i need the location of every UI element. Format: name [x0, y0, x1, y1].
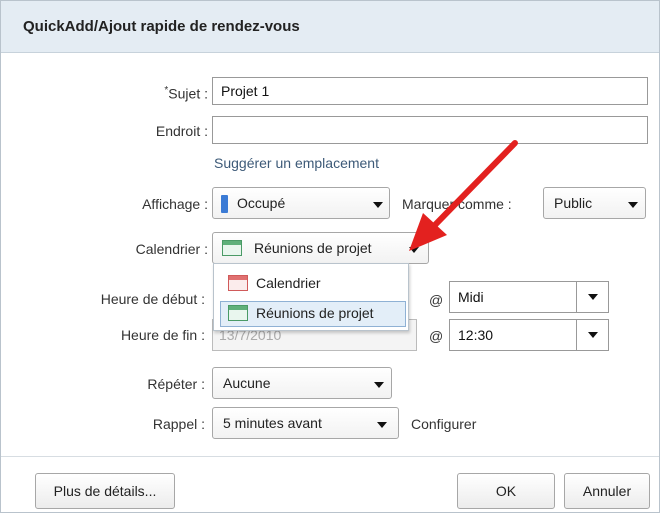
quick-add-dialog: QuickAdd/Ajout rapide de rendez-vous *Su… [0, 0, 660, 513]
annotation-arrow-icon [409, 140, 518, 251]
annotation-arrow-shaft [430, 140, 518, 230]
